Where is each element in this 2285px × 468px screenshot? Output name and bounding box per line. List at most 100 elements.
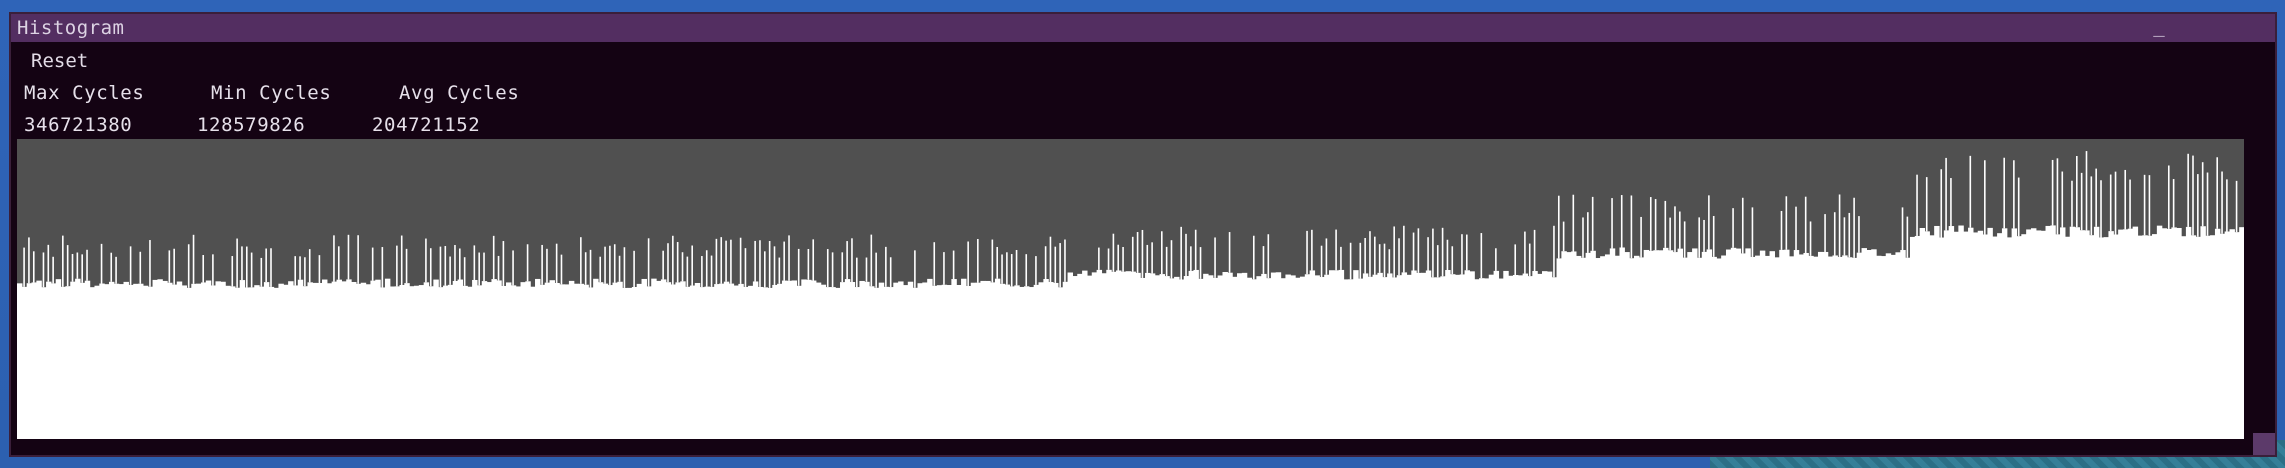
histogram-spike	[1388, 249, 1391, 274]
histogram-bar	[1178, 279, 1185, 439]
histogram-bar	[859, 280, 865, 439]
minimize-button[interactable]: _	[2149, 16, 2169, 38]
histogram-spike	[2003, 157, 2005, 229]
histogram-spike	[1098, 247, 1100, 270]
histogram-bar	[2069, 226, 2076, 439]
resize-handle[interactable]	[2253, 433, 2275, 455]
histogram-bar	[1498, 278, 1504, 439]
histogram-spike	[1780, 210, 1783, 250]
histogram-bar	[123, 281, 129, 439]
histogram-bar	[2127, 228, 2134, 439]
histogram-bar	[1730, 247, 1737, 439]
histogram-spike	[318, 255, 321, 283]
histogram-bar	[1939, 237, 1945, 439]
histogram-bar	[389, 286, 396, 439]
histogram-bar	[128, 284, 134, 439]
histogram-bar	[1014, 285, 1020, 439]
histogram-spike	[2201, 162, 2204, 227]
histogram-bar	[520, 282, 526, 439]
histogram-bar	[559, 284, 565, 439]
histogram-bar	[1919, 228, 1926, 439]
histogram-bar	[1972, 232, 1979, 439]
histogram-bar	[1779, 249, 1785, 439]
histogram-bar	[312, 282, 318, 439]
histogram-bar	[1745, 248, 1751, 439]
histogram-spike	[797, 248, 800, 286]
histogram-bar	[1367, 276, 1374, 439]
histogram-bar	[1851, 257, 1858, 439]
histogram-spike	[299, 256, 301, 280]
histogram-bar	[2016, 236, 2022, 439]
histogram-spike	[744, 248, 747, 287]
histogram-bar	[1396, 275, 1403, 439]
histogram-spike	[1712, 215, 1715, 257]
histogram-bar	[898, 281, 904, 439]
histogram-bar	[2021, 234, 2027, 439]
histogram-bar	[1459, 274, 1466, 439]
histogram-bar	[1280, 278, 1287, 439]
histogram-bar	[806, 279, 812, 439]
histogram-spike	[1141, 229, 1144, 278]
histogram-bar	[1987, 227, 1993, 439]
histogram-bar	[685, 286, 691, 439]
histogram-bar	[171, 284, 178, 439]
histogram-bar	[331, 281, 338, 439]
histogram-bar	[472, 279, 478, 439]
histogram-bar	[1953, 231, 1959, 439]
histogram-spike	[294, 256, 297, 286]
min-cycles-value: 128579826	[197, 114, 306, 136]
histogram-spike	[1214, 237, 1216, 278]
histogram-spike	[444, 246, 447, 286]
histogram-bar	[1880, 256, 1887, 439]
histogram-bar	[94, 285, 100, 439]
histogram-bar	[244, 287, 250, 439]
histogram-spike	[2061, 171, 2064, 228]
reset-button[interactable]: Reset	[25, 48, 94, 74]
histogram-spike	[1591, 196, 1594, 251]
histogram-bar	[384, 278, 391, 439]
histogram-bar	[413, 285, 420, 439]
histogram-bar	[1604, 254, 1611, 439]
histogram-bar	[1169, 278, 1175, 439]
histogram-spike	[1151, 242, 1153, 274]
histogram-bar	[1827, 256, 1834, 439]
histogram-bar	[1871, 249, 1877, 439]
histogram-spike	[1611, 198, 1613, 249]
histogram-bar	[1929, 235, 1935, 439]
histogram-bar	[728, 283, 735, 439]
histogram-spike	[1708, 195, 1710, 250]
histogram-spike	[541, 244, 543, 285]
histogram-spike	[546, 248, 548, 283]
histogram-bar	[1217, 275, 1224, 439]
histogram-bar	[932, 285, 938, 439]
histogram-bar	[2079, 230, 2085, 439]
histogram-bar	[1188, 270, 1195, 439]
histogram-spike	[1335, 229, 1337, 271]
histogram-spike	[2013, 160, 2015, 229]
histogram-bar	[108, 281, 115, 439]
histogram-bar	[888, 287, 894, 439]
histogram-spike	[1185, 233, 1187, 277]
histogram-bar	[1072, 276, 1078, 439]
histogram-bar	[1701, 251, 1708, 439]
histogram-bar	[1067, 272, 1073, 439]
histogram-bar	[1948, 226, 1955, 439]
histogram-bar	[167, 282, 173, 439]
histogram-bar	[791, 280, 798, 439]
histogram-bar	[1115, 270, 1122, 439]
histogram-spike	[885, 246, 887, 287]
histogram-spike	[1833, 212, 1836, 256]
histogram-bar	[840, 282, 846, 439]
histogram-bar	[1450, 274, 1456, 439]
histogram-bar	[404, 283, 410, 439]
histogram-spike	[1679, 211, 1681, 249]
histogram-bar	[1314, 275, 1320, 439]
histogram-spike	[1432, 228, 1434, 278]
histogram-spike	[439, 246, 442, 288]
histogram-bar	[297, 279, 304, 439]
histogram-spike	[497, 255, 500, 281]
histogram-spike	[1359, 242, 1362, 279]
window-titlebar[interactable]: Histogram _	[11, 14, 2275, 42]
histogram-bar	[2219, 233, 2226, 439]
histogram-bar	[1934, 225, 1940, 439]
